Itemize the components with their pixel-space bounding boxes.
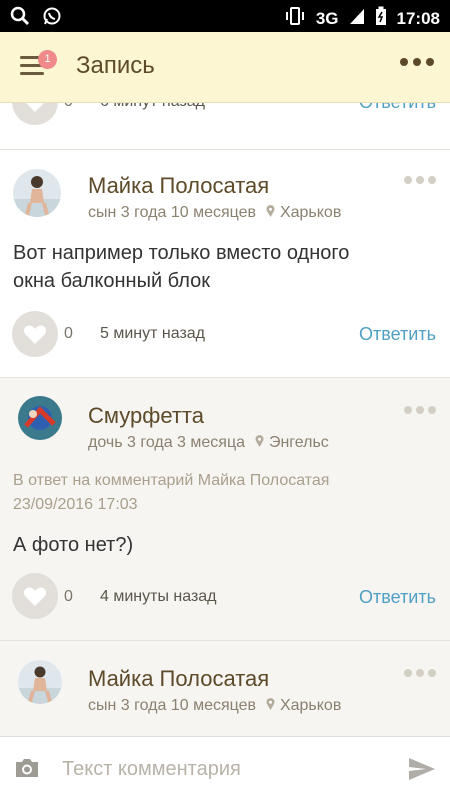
comment-input[interactable] (52, 751, 412, 787)
reply-button[interactable]: Ответить (359, 103, 436, 113)
notification-badge: 1 (38, 50, 57, 69)
comment-meta: дочь 3 года 3 месяца Энгельс (88, 434, 329, 452)
avatar[interactable] (18, 660, 62, 704)
search-icon (10, 6, 30, 31)
app-bar: 1 Запись (0, 32, 450, 103)
heart-icon (23, 325, 47, 344)
status-bar: 3G 17:08 (0, 0, 450, 32)
like-button[interactable] (12, 103, 58, 125)
comments-feed[interactable]: 0 6 минут назад Ответить Майка Полосатая… (0, 103, 450, 736)
like-count: 0 (64, 588, 73, 605)
location-icon (255, 434, 268, 451)
comment-text: Вот например только вместо одного окна б… (13, 242, 350, 292)
divider (0, 377, 450, 378)
location-icon (266, 697, 279, 714)
comment-more-icon[interactable] (404, 406, 436, 414)
location: Харьков (279, 204, 342, 221)
comment-input-bar (0, 736, 450, 801)
status-time: 17:08 (396, 8, 440, 28)
camera-icon[interactable] (14, 757, 40, 784)
heart-icon (23, 587, 47, 606)
avatar[interactable] (13, 169, 61, 217)
child-age: дочь 3 года 3 месяца (88, 434, 246, 451)
like-count: 0 (64, 103, 73, 111)
comment-more-icon[interactable] (404, 176, 436, 184)
send-icon[interactable] (408, 757, 436, 786)
reply-button[interactable]: Ответить (359, 324, 436, 345)
location: Харьков (279, 697, 342, 714)
reply-to-info[interactable]: В ответ на комментарий Майка Полосатая 2… (13, 469, 329, 517)
location-icon (266, 204, 279, 221)
like-button[interactable] (12, 311, 58, 357)
heart-icon (26, 103, 44, 112)
like-count: 0 (64, 325, 73, 342)
comment-author[interactable]: Смурфетта (88, 403, 204, 429)
comment-meta: сын 3 года 10 месяцев Харьков (88, 697, 341, 715)
avatar[interactable] (18, 396, 62, 440)
comment-time: 4 минуты назад (100, 588, 217, 605)
network-indicator: 3G (315, 8, 339, 28)
vibrate-icon (284, 7, 306, 30)
comment-time: 5 минут назад (100, 325, 206, 342)
child-age: сын 3 года 10 месяцев (88, 697, 257, 714)
location: Энгельс (268, 434, 329, 451)
whatsapp-icon (42, 6, 62, 31)
like-button[interactable] (12, 573, 58, 619)
child-age: сын 3 года 10 месяцев (88, 204, 257, 221)
battery-icon (375, 6, 387, 31)
comment-text: А фото нет?) (13, 534, 134, 556)
reply-button[interactable]: Ответить (359, 587, 436, 608)
divider (0, 149, 450, 150)
signal-icon (349, 7, 365, 30)
comment-author[interactable]: Майка Полосатая (88, 666, 269, 692)
comment-author[interactable]: Майка Полосатая (88, 173, 269, 199)
comment-more-icon[interactable] (404, 669, 436, 677)
more-icon[interactable] (400, 58, 434, 66)
page-title: Запись (76, 52, 155, 79)
comment-meta: сын 3 года 10 месяцев Харьков (88, 204, 341, 222)
comment-time: 6 минут назад (100, 103, 205, 111)
